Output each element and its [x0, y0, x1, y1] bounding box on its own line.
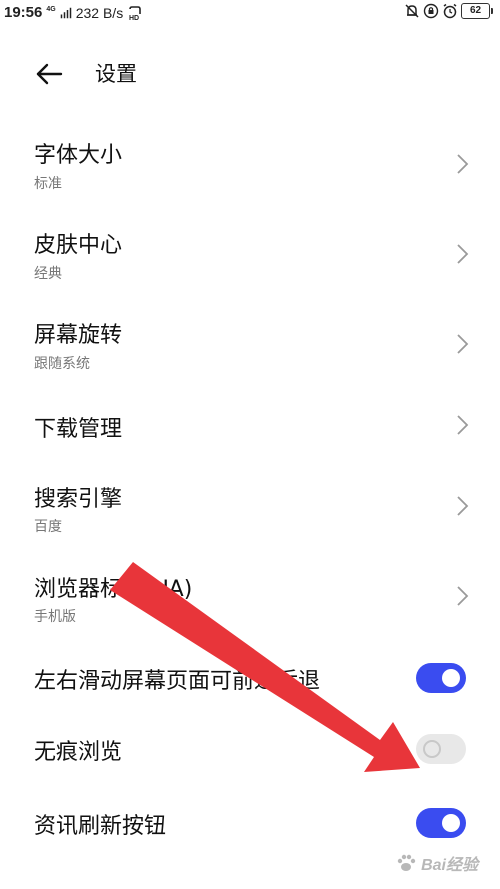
- toggle-knob: [442, 669, 460, 687]
- lock-rotation-icon: [423, 3, 439, 19]
- setting-row-screen-rotation[interactable]: 屏幕旋转 跟随系统: [0, 305, 500, 385]
- setting-label: 屏幕旋转: [34, 323, 123, 348]
- setting-row-browser-ua[interactable]: 浏览器标识(UA) 手机版: [0, 566, 500, 646]
- chevron-right-icon: [457, 415, 469, 435]
- setting-label: 无痕浏览: [34, 740, 123, 765]
- setting-label: 浏览器标识(UA): [34, 577, 193, 602]
- baidu-paw-logo-icon: [397, 854, 416, 871]
- setting-label: 资讯刷新按钮: [34, 814, 167, 839]
- setting-label: 搜索引擎: [34, 487, 123, 512]
- network-type-label: 4G: [46, 6, 56, 13]
- watermark: Bai经验: [395, 851, 478, 875]
- chevron-right-icon: [457, 496, 469, 516]
- status-bar: 19:56 4G 232 B/s HD 62: [0, 0, 500, 26]
- setting-row-font-size[interactable]: 字体大小 标准: [0, 125, 500, 205]
- status-time: 19:56: [4, 4, 43, 21]
- setting-row-search-engine[interactable]: 搜索引擎 百度: [0, 478, 500, 558]
- status-right: 62: [404, 3, 493, 19]
- setting-row-incognito: 无痕浏览: [0, 728, 500, 778]
- setting-label: 皮肤中心: [34, 233, 123, 258]
- setting-row-news-refresh-button: 资讯刷新按钮: [0, 802, 500, 852]
- setting-row-skin-center[interactable]: 皮肤中心 经典: [0, 215, 500, 295]
- incognito-toggle[interactable]: [416, 734, 466, 764]
- chevron-right-icon: [457, 244, 469, 264]
- chevron-right-icon: [457, 586, 469, 606]
- network-speed: 232 B/s: [75, 4, 124, 21]
- mute-bell-icon: [405, 4, 419, 18]
- setting-value: 百度: [34, 519, 62, 535]
- news-refresh-toggle[interactable]: [416, 808, 466, 838]
- setting-label: 左右滑动屏幕页面可前进后退: [34, 669, 321, 694]
- chevron-right-icon: [457, 334, 469, 354]
- toggle-knob: [423, 740, 441, 758]
- page-title: 设置: [95, 62, 137, 86]
- setting-value: 经典: [34, 266, 62, 282]
- battery-indicator: 62: [461, 3, 493, 19]
- setting-value: 手机版: [34, 609, 76, 625]
- watermark-text: Bai经验: [421, 857, 478, 874]
- setting-value: 标准: [34, 176, 62, 192]
- setting-label: 字体大小: [34, 143, 123, 168]
- setting-label: 下载管理: [34, 417, 123, 442]
- page-header: 设置: [0, 52, 500, 96]
- setting-value: 跟随系统: [34, 356, 90, 372]
- setting-row-swipe-navigation: 左右滑动屏幕页面可前进后退: [0, 655, 500, 705]
- swipe-navigation-toggle[interactable]: [416, 663, 466, 693]
- svg-text:HD: HD: [129, 15, 139, 21]
- alarm-icon: [443, 3, 457, 19]
- chevron-right-icon: [457, 154, 469, 174]
- status-left: 19:56 4G 232 B/s HD: [4, 4, 143, 21]
- signal-icon: [60, 7, 71, 18]
- back-arrow-icon[interactable]: [34, 60, 64, 88]
- setting-row-download-manager[interactable]: 下载管理: [0, 395, 500, 475]
- hd-call-icon: HD: [129, 5, 142, 21]
- toggle-knob: [442, 814, 460, 832]
- battery-level: 62: [469, 5, 482, 16]
